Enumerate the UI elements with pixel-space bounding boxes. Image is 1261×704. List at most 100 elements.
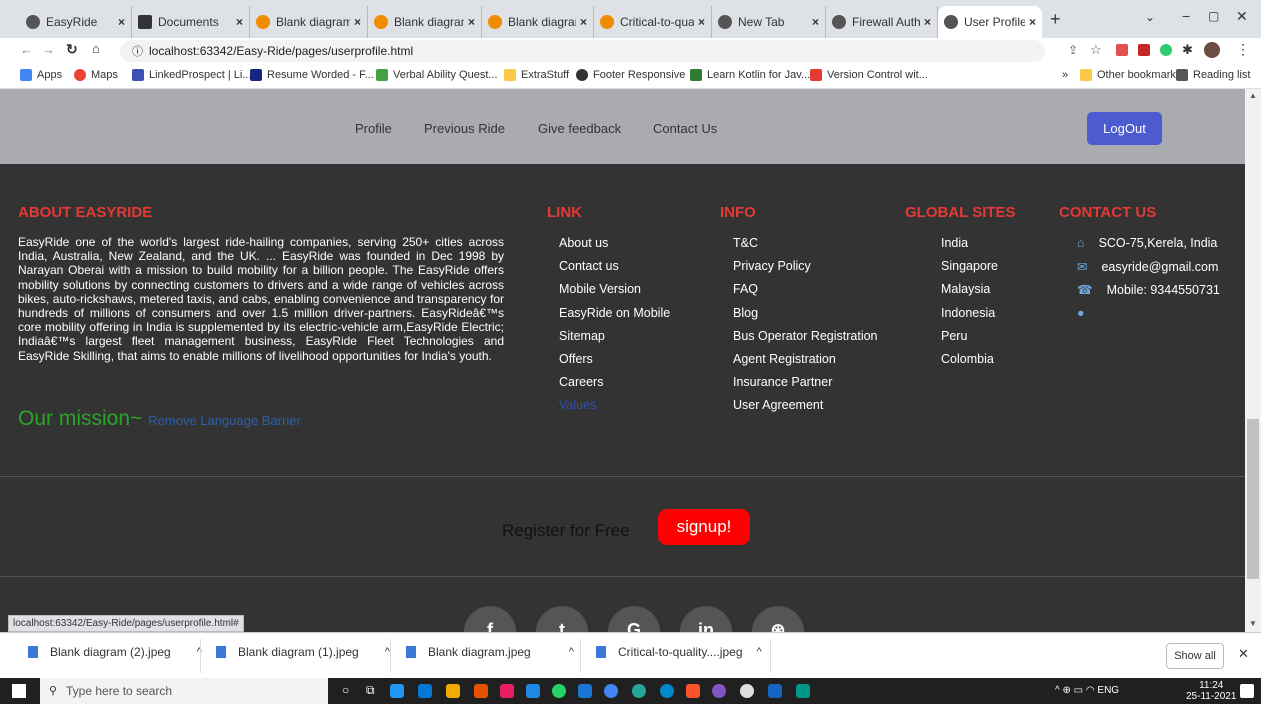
chevron-up-icon[interactable]: ^ bbox=[757, 646, 762, 658]
new-tab-button[interactable]: + bbox=[1050, 9, 1061, 30]
info-link[interactable]: Privacy Policy bbox=[733, 259, 878, 282]
reading-list[interactable]: Reading list bbox=[1176, 69, 1250, 81]
browser-tab[interactable]: New Tab × bbox=[712, 6, 826, 38]
windows-start-icon[interactable] bbox=[12, 684, 26, 698]
wifi-icon[interactable]: ◠ bbox=[1086, 685, 1095, 696]
bookmark-item[interactable]: Verbal Ability Quest... bbox=[376, 69, 498, 81]
global-site-link[interactable]: Malaysia bbox=[941, 282, 998, 305]
chevron-up-icon[interactable]: ^ bbox=[569, 646, 574, 658]
clock[interactable]: 11:24 25-11-2021 bbox=[1186, 680, 1236, 702]
more-bookmarks-icon[interactable]: » bbox=[1062, 69, 1068, 81]
footer-link-careers[interactable]: Careers bbox=[559, 375, 670, 398]
footer-link-values[interactable]: Values bbox=[559, 398, 670, 421]
task-view-icon[interactable]: ⧉ bbox=[366, 683, 375, 698]
nav-profile[interactable]: Profile bbox=[355, 121, 392, 136]
close-tab-icon[interactable]: × bbox=[1029, 15, 1036, 29]
brave-icon[interactable] bbox=[686, 684, 700, 698]
store-icon[interactable] bbox=[446, 684, 460, 698]
word-icon[interactable] bbox=[768, 684, 782, 698]
close-tab-icon[interactable]: × bbox=[924, 15, 931, 29]
bookmark-item[interactable]: Footer Responsive bbox=[576, 69, 685, 81]
extension-icon[interactable] bbox=[1138, 44, 1150, 56]
close-tab-icon[interactable]: × bbox=[468, 15, 475, 29]
show-all-button[interactable]: Show all bbox=[1166, 643, 1224, 669]
back-icon[interactable]: ← bbox=[20, 42, 33, 57]
download-item[interactable]: Blank diagram (1).jpeg ^ bbox=[216, 645, 390, 659]
info-link[interactable]: Blog bbox=[733, 306, 878, 329]
close-tab-icon[interactable]: × bbox=[118, 15, 125, 29]
bookmark-item[interactable]: Learn Kotlin for Jav... bbox=[690, 69, 810, 81]
bookmark-item[interactable]: Resume Worded - F... bbox=[250, 69, 374, 81]
info-link[interactable]: User Agreement bbox=[733, 398, 878, 421]
nav-previous-ride[interactable]: Previous Ride bbox=[424, 121, 505, 136]
avatar[interactable] bbox=[1204, 42, 1220, 58]
footer-link-sitemap[interactable]: Sitemap bbox=[559, 329, 670, 352]
signup-button[interactable]: signup! bbox=[658, 509, 750, 545]
info-link[interactable]: FAQ bbox=[733, 282, 878, 305]
app-icon[interactable] bbox=[712, 684, 726, 698]
close-window-button[interactable]: ✕ bbox=[1236, 8, 1248, 25]
browser-tab[interactable]: Documents × bbox=[132, 6, 250, 38]
maximize-button[interactable]: ▢ bbox=[1208, 9, 1219, 23]
global-site-link[interactable]: India bbox=[941, 236, 998, 259]
notifications-icon[interactable] bbox=[1240, 684, 1254, 698]
forward-icon[interactable]: → bbox=[42, 42, 55, 57]
minimize-button[interactable]: − bbox=[1182, 8, 1190, 24]
android-studio-icon[interactable] bbox=[632, 684, 646, 698]
vscode-icon[interactable] bbox=[526, 684, 540, 698]
info-link[interactable]: Insurance Partner bbox=[733, 375, 878, 398]
intellij-icon[interactable] bbox=[500, 684, 514, 698]
browser-tab[interactable]: Firewall Authe × bbox=[826, 6, 938, 38]
browser-tab-active[interactable]: User Profile × bbox=[938, 6, 1042, 38]
browser-tab[interactable]: Blank diagram× bbox=[482, 6, 594, 38]
battery-icon[interactable]: ▭ bbox=[1074, 685, 1083, 696]
cortana-icon[interactable]: ○ bbox=[342, 683, 349, 697]
home-icon[interactable]: ⌂ bbox=[92, 41, 100, 56]
facebook-icon[interactable]: ● bbox=[1077, 306, 1085, 320]
system-tray[interactable]: ^ ⊕ ▭ ◠ ENG bbox=[1055, 685, 1119, 696]
mail-app-icon[interactable] bbox=[418, 684, 432, 698]
close-tab-icon[interactable]: × bbox=[236, 15, 243, 29]
bookmark-item[interactable]: Maps bbox=[74, 69, 118, 81]
bookmark-item[interactable]: LinkedProspect | Li... bbox=[132, 69, 252, 81]
network-icon[interactable]: ⊕ bbox=[1062, 685, 1070, 696]
taskbar-search-input[interactable]: ⚲ Type here to search bbox=[40, 678, 328, 704]
share-icon[interactable]: ⇪ bbox=[1068, 43, 1078, 57]
footer-link-mobile-version[interactable]: Mobile Version bbox=[559, 282, 670, 305]
extension-icon[interactable] bbox=[1116, 44, 1128, 56]
footer-link-easyride-mobile[interactable]: EasyRide on Mobile bbox=[559, 306, 670, 329]
close-tab-icon[interactable]: × bbox=[580, 15, 587, 29]
reload-icon[interactable]: ↻ bbox=[66, 41, 78, 58]
scrollbar-thumb[interactable] bbox=[1247, 419, 1259, 579]
slack-icon[interactable] bbox=[740, 684, 754, 698]
close-tab-icon[interactable]: × bbox=[698, 15, 705, 29]
download-item[interactable]: Blank diagram (2).jpeg^ bbox=[28, 645, 202, 659]
download-item[interactable]: Blank diagram.jpeg ^ bbox=[406, 645, 574, 659]
logout-button[interactable]: LogOut bbox=[1087, 112, 1162, 145]
footer-link-about[interactable]: About us bbox=[559, 236, 670, 259]
file-explorer-icon[interactable] bbox=[390, 684, 404, 698]
info-link[interactable]: T&C bbox=[733, 236, 878, 259]
bookmark-item[interactable]: Apps bbox=[20, 69, 62, 81]
chevron-up-icon[interactable]: ^ bbox=[1055, 685, 1060, 696]
whatsapp-icon[interactable] bbox=[552, 684, 566, 698]
global-site-link[interactable]: Singapore bbox=[941, 259, 998, 282]
browser-tab[interactable]: Blank diagram× bbox=[368, 6, 482, 38]
browser-tab[interactable]: Critical-to-qua × bbox=[594, 6, 712, 38]
info-link[interactable]: Bus Operator Registration bbox=[733, 329, 878, 352]
footer-link-offers[interactable]: Offers bbox=[559, 352, 670, 375]
telegram-icon[interactable] bbox=[660, 684, 674, 698]
global-site-link[interactable]: Indonesia bbox=[941, 306, 998, 329]
app-icon[interactable] bbox=[578, 684, 592, 698]
scrollbar[interactable]: ▲ ▼ bbox=[1245, 89, 1261, 632]
global-site-link[interactable]: Colombia bbox=[941, 352, 998, 375]
webstorm-icon[interactable] bbox=[796, 684, 810, 698]
download-item[interactable]: Critical-to-quality....jpeg ^ bbox=[596, 645, 762, 659]
puzzle-icon[interactable]: ✱ bbox=[1182, 42, 1193, 58]
scroll-down-icon[interactable]: ▼ bbox=[1249, 619, 1257, 628]
close-icon[interactable]: ✕ bbox=[1238, 646, 1249, 662]
menu-icon[interactable]: ⋮ bbox=[1236, 41, 1250, 58]
browser-tab[interactable]: Blank diagram× bbox=[250, 6, 368, 38]
bookmark-item[interactable]: ExtraStuff bbox=[504, 69, 569, 81]
nav-give-feedback[interactable]: Give feedback bbox=[538, 121, 621, 136]
